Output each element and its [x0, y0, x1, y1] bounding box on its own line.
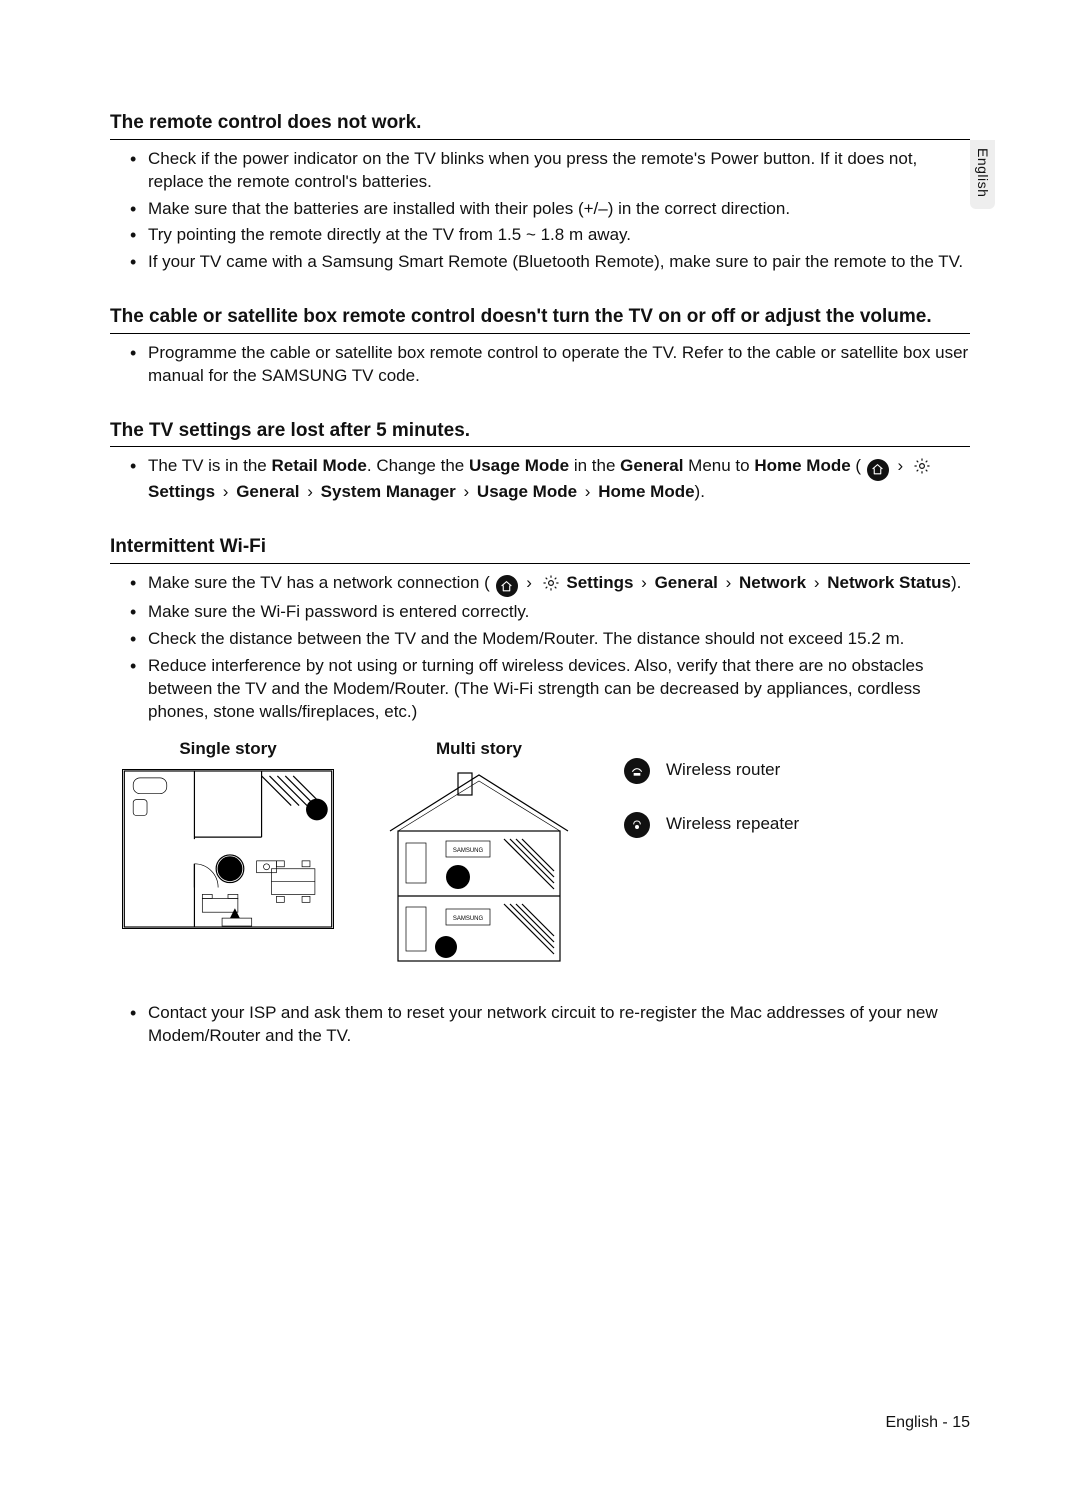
legend-row-router: Wireless router	[624, 758, 799, 784]
legend: Wireless router Wireless repeater	[624, 738, 799, 866]
list-item: Make sure the TV has a network connectio…	[130, 572, 970, 598]
page-footer: English - 15	[886, 1412, 971, 1434]
bold-text: Network	[739, 573, 806, 592]
list-item: Make sure that the batteries are install…	[130, 198, 970, 221]
legend-label: Wireless router	[666, 759, 780, 782]
list-item: Reduce interference by not using or turn…	[130, 655, 970, 724]
remote-list: Check if the power indicator on the TV b…	[110, 148, 970, 275]
legend-row-repeater: Wireless repeater	[624, 812, 799, 838]
separator: ›	[523, 573, 535, 592]
bold-text: Retail Mode	[271, 456, 366, 475]
wifi-list: Make sure the TV has a network connectio…	[110, 572, 970, 724]
diagram-title: Single story	[122, 738, 334, 761]
list-item: Check the distance between the TV and th…	[130, 628, 970, 651]
bold-text: Home Mode	[754, 456, 850, 475]
settings-list: The TV is in the Retail Mode. Change the…	[110, 455, 970, 503]
bold-text: Settings	[566, 573, 633, 592]
bold-text: Settings	[148, 482, 215, 501]
separator: ›	[461, 482, 473, 501]
diagram-title: Multi story	[384, 738, 574, 761]
list-item: The TV is in the Retail Mode. Change the…	[130, 455, 970, 503]
wifi-list-after: Contact your ISP and ask them to reset y…	[110, 1002, 970, 1048]
bold-text: General	[655, 573, 718, 592]
list-item: Make sure the Wi-Fi password is entered …	[130, 601, 970, 624]
list-item: If your TV came with a Samsung Smart Rem…	[130, 251, 970, 274]
section-heading-settings: The TV settings are lost after 5 minutes…	[110, 418, 970, 448]
bold-text: System Manager	[321, 482, 456, 501]
text: Make sure the TV has a network connectio…	[148, 573, 490, 592]
gear-icon	[912, 456, 932, 476]
section-heading-wifi: Intermittent Wi-Fi	[110, 534, 970, 564]
language-tab: English	[970, 140, 995, 209]
list-item: Check if the power indicator on the TV b…	[130, 148, 970, 194]
text: . Change the	[367, 456, 469, 475]
text: The TV is in the	[148, 456, 271, 475]
separator: ›	[811, 573, 823, 592]
multi-story-diagram: Multi story	[384, 738, 574, 974]
separator: ›	[582, 482, 594, 501]
bold-text: Network Status	[827, 573, 951, 592]
cable-list: Programme the cable or satellite box rem…	[110, 342, 970, 388]
list-item: Contact your ISP and ask them to reset y…	[130, 1002, 970, 1048]
separator: ›	[895, 456, 907, 475]
bold-text: Home Mode	[598, 482, 694, 501]
text: ).	[695, 482, 705, 501]
separator: ›	[638, 573, 650, 592]
svg-text:SAMSUNG: SAMSUNG	[453, 848, 484, 854]
bold-text: Usage Mode	[477, 482, 577, 501]
text: ).	[951, 573, 961, 592]
text: (	[851, 456, 861, 475]
separator: ›	[723, 573, 735, 592]
legend-label: Wireless repeater	[666, 813, 799, 836]
text: in the	[569, 456, 620, 475]
separator: ›	[220, 482, 232, 501]
gear-icon	[541, 573, 561, 593]
svg-text:SAMSUNG: SAMSUNG	[453, 916, 484, 922]
home-icon	[867, 459, 889, 481]
list-item: Try pointing the remote directly at the …	[130, 224, 970, 247]
bold-text: Usage Mode	[469, 456, 569, 475]
router-icon	[624, 758, 650, 784]
list-item: Programme the cable or satellite box rem…	[130, 342, 970, 388]
bold-text: General	[620, 456, 683, 475]
text: Menu to	[683, 456, 754, 475]
single-story-diagram: Single story	[122, 738, 334, 936]
home-icon	[496, 575, 518, 597]
diagram-row: Single story	[122, 738, 970, 974]
repeater-icon	[624, 812, 650, 838]
bold-text: General	[236, 482, 299, 501]
separator: ›	[304, 482, 316, 501]
section-heading-remote: The remote control does not work.	[110, 110, 970, 140]
floorplan-icon	[122, 769, 334, 929]
house-cutaway-icon: SAMSUNG SAMSUNG	[384, 769, 574, 967]
section-heading-cable: The cable or satellite box remote contro…	[110, 304, 970, 334]
